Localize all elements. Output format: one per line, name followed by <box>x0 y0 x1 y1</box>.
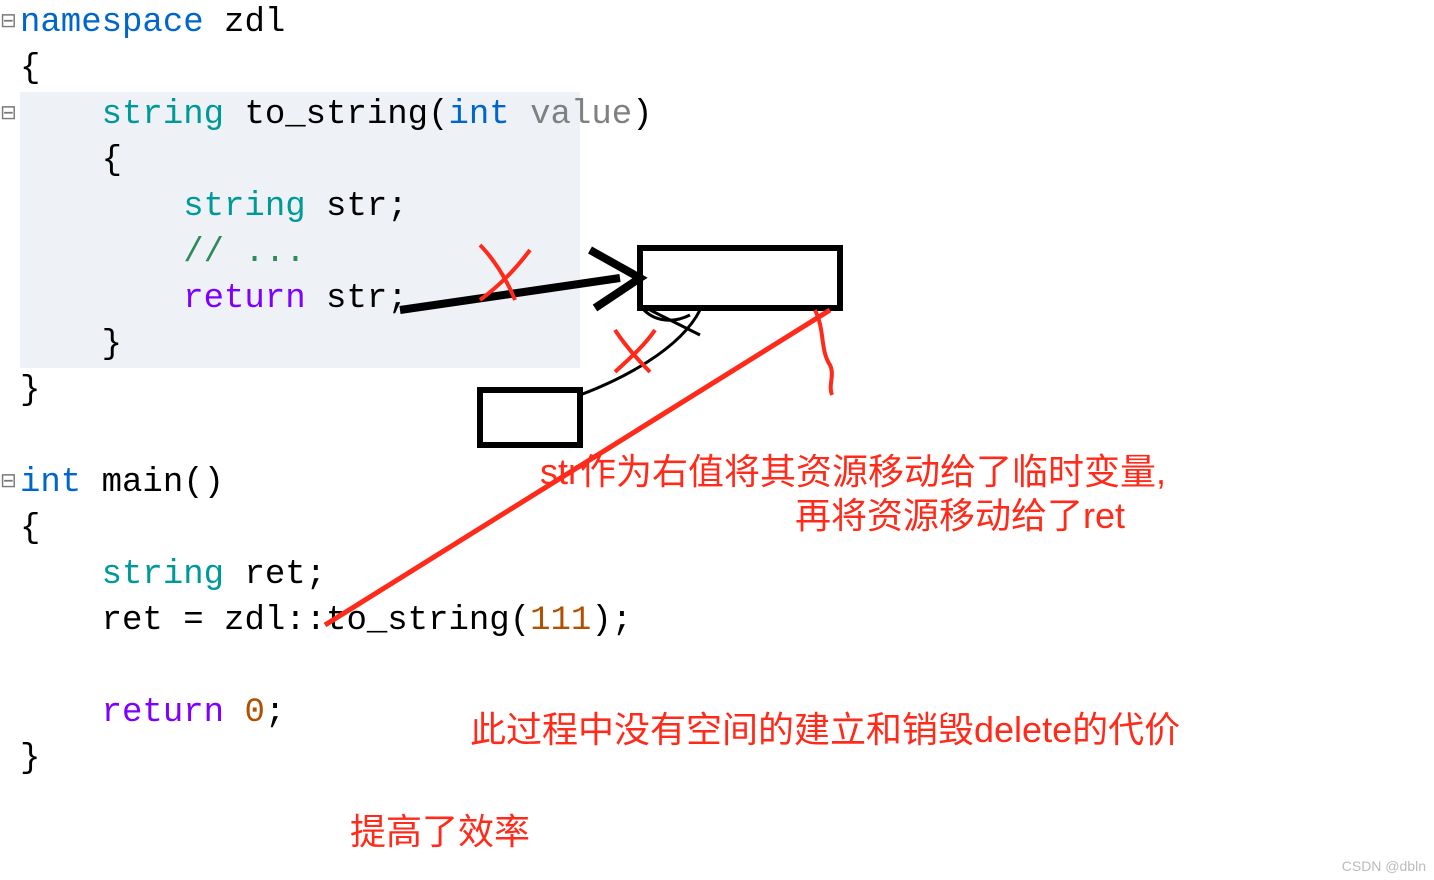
param-value: value <box>510 96 632 134</box>
semi: ; <box>265 694 285 732</box>
space <box>224 694 244 732</box>
annotation-line2: 再将资源移动给了ret <box>540 494 1434 538</box>
return-val: str; <box>306 280 408 318</box>
var-ret: ret; <box>224 556 326 594</box>
literal-zero: 0 <box>244 694 264 732</box>
brace: } <box>20 326 122 364</box>
type-string: string <box>20 556 224 594</box>
brace: { <box>20 142 122 180</box>
brace: } <box>20 740 40 778</box>
temp-box-icon <box>640 248 840 308</box>
annotation-move-semantics: str作为右值将其资源移动给了临时变量, 再将资源移动给了ret <box>540 450 1434 538</box>
arg-111: 111 <box>530 602 591 640</box>
call-close: ); <box>591 602 632 640</box>
squiggle-icon <box>640 305 690 320</box>
kw-return: return <box>20 694 224 732</box>
var-str: str; <box>306 188 408 226</box>
kw-int: int <box>20 464 81 502</box>
ns-name: zdl <box>204 4 286 42</box>
squiggle-icon <box>650 310 700 335</box>
fn-main: main() <box>81 464 224 502</box>
annotation-line1: str作为右值将其资源移动给了临时变量, <box>540 450 1434 494</box>
red-squiggle-icon <box>815 310 832 395</box>
eq: = <box>183 602 203 640</box>
kw-namespace: namespace <box>20 4 204 42</box>
type-string: string <box>20 188 306 226</box>
kw-int: int <box>449 96 510 134</box>
type-string: string <box>20 96 224 134</box>
fn-name: to_string <box>224 96 428 134</box>
brace: { <box>20 50 40 88</box>
paren: ) <box>632 96 652 134</box>
annotation-no-cost: 此过程中没有空间的建立和销毁delete的代价 <box>470 708 1180 752</box>
code-block: ⊟namespace zdl { ⊟ string to_string(int … <box>0 0 632 782</box>
annotation-efficiency: 提高了效率 <box>350 810 530 854</box>
comment: // ... <box>20 234 306 272</box>
brace: { <box>20 510 40 548</box>
paren: ( <box>428 96 448 134</box>
ret-assign: ret <box>20 602 183 640</box>
watermark: CSDN @dbln <box>1342 858 1426 874</box>
call: zdl::to_string( <box>204 602 530 640</box>
brace: } <box>20 372 40 410</box>
kw-return: return <box>20 280 306 318</box>
